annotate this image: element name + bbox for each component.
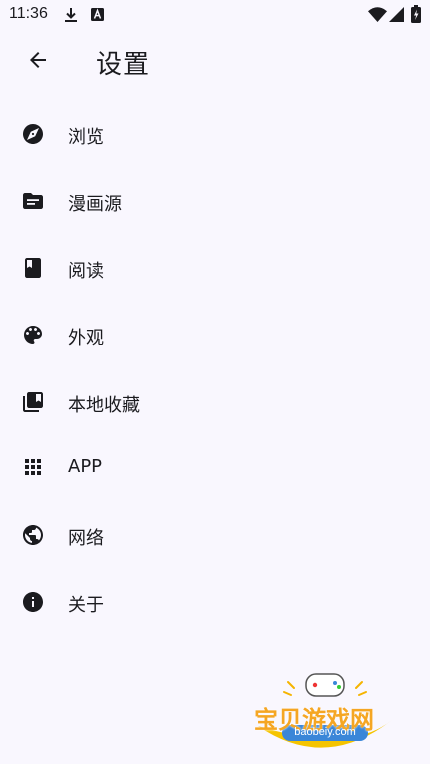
watermark-logo: 宝贝游戏网 baobeiy.com (250, 668, 400, 760)
status-time: 11:36 (9, 5, 48, 22)
info-icon (21, 590, 45, 614)
a-notification-icon (91, 8, 104, 21)
settings-item-label: 漫画源 (68, 194, 122, 215)
settings-item-label: 外观 (68, 328, 104, 349)
signal-icon (389, 7, 404, 22)
arrow-back-icon (26, 48, 50, 76)
battery-icon (411, 5, 421, 23)
settings-item-label: 本地收藏 (68, 395, 140, 416)
settings-item-label: APP (68, 456, 103, 477)
settings-item-comic-source[interactable]: 漫画源 (0, 170, 430, 232)
status-bar: 11:36 (0, 0, 430, 30)
settings-item-label: 阅读 (68, 261, 104, 282)
settings-item-network[interactable]: 网络 (0, 504, 430, 566)
globe-icon (21, 523, 45, 547)
wifi-icon (368, 7, 387, 22)
settings-item-label: 浏览 (68, 127, 104, 148)
compass-icon (21, 122, 45, 146)
palette-icon (21, 323, 45, 347)
settings-item-label: 关于 (68, 595, 104, 616)
book-icon (21, 256, 45, 280)
settings-item-label: 网络 (68, 528, 104, 549)
top-app-bar: 设置 (0, 30, 430, 98)
folder-icon (21, 189, 45, 213)
page-title: 设置 (96, 50, 151, 80)
settings-item-about[interactable]: 关于 (0, 571, 430, 633)
settings-item-local-favorites[interactable]: 本地收藏 (0, 371, 430, 433)
download-icon (64, 7, 78, 23)
library-icon (21, 390, 45, 414)
back-button[interactable] (16, 40, 60, 84)
settings-item-browse[interactable]: 浏览 (0, 103, 430, 165)
settings-item-appearance[interactable]: 外观 (0, 304, 430, 366)
watermark-url: baobeiy.com (294, 726, 356, 738)
settings-item-reading[interactable]: 阅读 (0, 237, 430, 299)
apps-grid-icon (21, 455, 45, 479)
settings-item-app[interactable]: APP (0, 436, 430, 498)
